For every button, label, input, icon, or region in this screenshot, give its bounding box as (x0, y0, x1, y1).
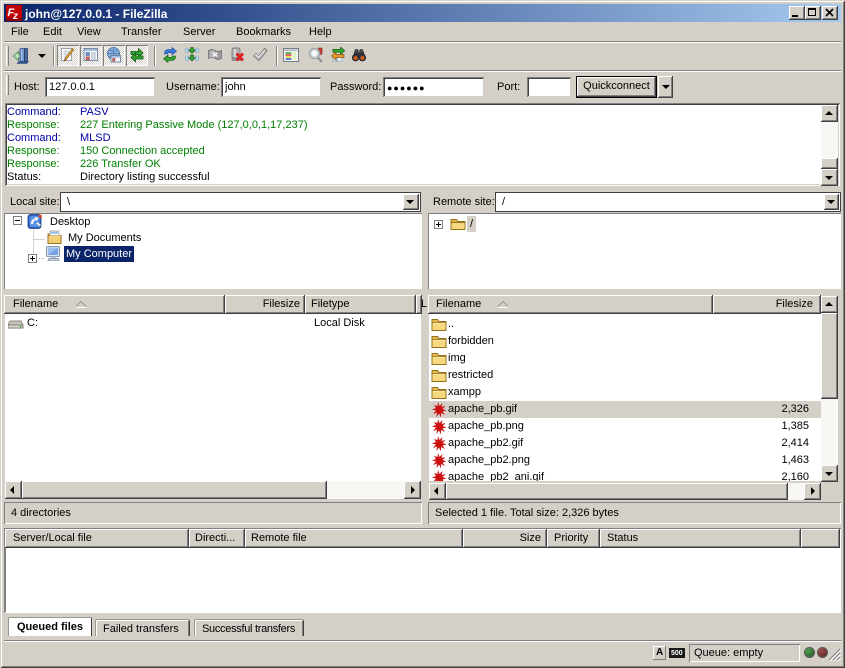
svg-text:z: z (12, 11, 18, 21)
